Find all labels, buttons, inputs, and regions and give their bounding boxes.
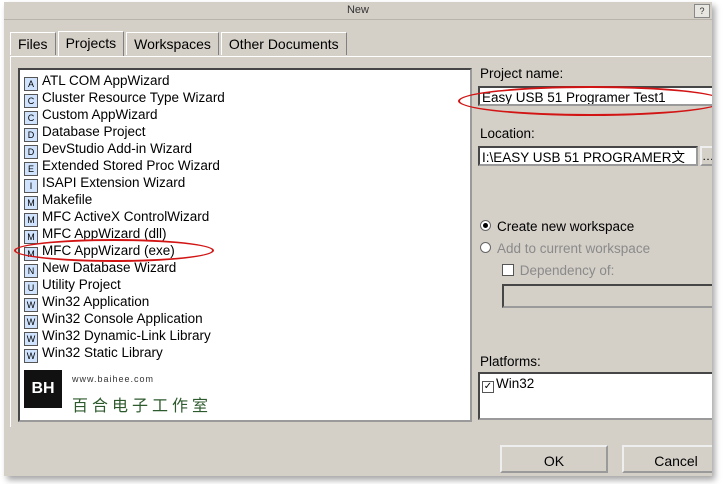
logo-mark: BH — [31, 380, 55, 397]
list-item-label: DevStudio Add-in Wizard — [42, 141, 193, 156]
list-item[interactable]: W Win32 Application — [24, 293, 150, 312]
new-dialog: New ? Files Projects Workspaces Other Do… — [4, 2, 712, 476]
list-item-label: New Database Wizard — [42, 260, 177, 275]
list-item-label: Extended Stored Proc Wizard — [42, 158, 220, 173]
list-item[interactable]: C Custom AppWizard — [24, 106, 158, 125]
list-item-label: ISAPI Extension Wizard — [42, 175, 186, 190]
list-item[interactable]: D DevStudio Add-in Wizard — [24, 140, 193, 159]
create-workspace-radio[interactable] — [480, 220, 491, 231]
dependency-select[interactable] — [502, 284, 712, 308]
platforms-label: Platforms: — [480, 354, 541, 369]
add-workspace-radio[interactable] — [480, 242, 491, 253]
project-name-label: Project name: — [480, 66, 564, 81]
add-workspace-label: Add to current workspace — [497, 241, 651, 256]
list-item-label: Win32 Dynamic-Link Library — [42, 328, 211, 343]
list-item-label: MFC ActiveX ControlWizard — [42, 209, 210, 224]
tab-strip: Files Projects Workspaces Other Document… — [10, 31, 349, 56]
list-item[interactable]: M MFC AppWizard (exe) — [24, 242, 175, 261]
watermark-brand: 百合电子工作室 — [72, 398, 213, 415]
list-item-label: MFC AppWizard (dll) — [42, 226, 167, 241]
list-item[interactable]: M MFC AppWizard (dll) — [24, 225, 167, 244]
title-bar: New ? — [4, 2, 712, 20]
list-item[interactable]: N New Database Wizard — [24, 259, 177, 278]
list-item-label: Win32 Application — [42, 294, 150, 309]
list-item[interactable]: D Database Project — [24, 123, 146, 142]
browse-button[interactable]: … — [700, 146, 712, 166]
watermark-url: www.baihee.com — [72, 374, 155, 384]
project-type-icon: W — [24, 349, 38, 363]
help-button[interactable]: ? — [694, 4, 710, 18]
list-item-label: Win32 Console Application — [42, 311, 203, 326]
dependency-checkbox[interactable] — [502, 264, 514, 276]
list-item[interactable]: U Utility Project — [24, 276, 121, 295]
list-item-label: ATL COM AppWizard — [42, 73, 170, 88]
cancel-button[interactable]: Cancel — [622, 445, 712, 473]
list-item-label: Makefile — [42, 192, 93, 207]
list-item-label: Cluster Resource Type Wizard — [42, 90, 225, 105]
list-item[interactable]: W Win32 Dynamic-Link Library — [24, 327, 211, 346]
list-item[interactable]: M Makefile — [24, 191, 93, 210]
list-item-label: Utility Project — [42, 277, 121, 292]
list-item-label: Custom AppWizard — [42, 107, 158, 122]
project-type-list[interactable]: BH www.baihee.com 百合电子工作室 A ATL COM AppWi… — [18, 68, 472, 422]
location-input[interactable]: I:\EASY USB 51 PROGRAMER文 — [478, 146, 698, 166]
add-workspace-option[interactable]: Add to current workspace — [480, 241, 650, 256]
create-workspace-option[interactable]: Create new workspace — [480, 219, 634, 234]
platforms-list[interactable]: ✓ Win32 — [478, 372, 712, 420]
create-workspace-label: Create new workspace — [497, 219, 635, 234]
location-label: Location: — [480, 126, 535, 141]
dependency-option[interactable]: Dependency of: — [502, 263, 614, 278]
tab-workspaces[interactable]: Workspaces — [126, 32, 219, 55]
list-item[interactable]: W Win32 Console Application — [24, 310, 203, 329]
baihee-logo: BH — [24, 370, 62, 408]
window-title: New — [346, 4, 369, 16]
tab-projects[interactable]: Projects — [57, 31, 125, 56]
tab-files[interactable]: Files — [10, 32, 56, 55]
list-item-label: MFC AppWizard (exe) — [42, 243, 175, 258]
list-item[interactable]: M MFC ActiveX ControlWizard — [24, 208, 210, 227]
list-item[interactable]: C Cluster Resource Type Wizard — [24, 89, 225, 108]
ok-button[interactable]: OK — [500, 445, 608, 473]
platform-win32-checkbox[interactable]: ✓ — [482, 381, 494, 393]
list-item[interactable]: W Win32 Static Library — [24, 344, 163, 363]
list-item-label: Win32 Static Library — [42, 345, 163, 360]
tab-other-documents[interactable]: Other Documents — [220, 32, 347, 55]
dependency-label: Dependency of: — [519, 263, 615, 278]
platform-win32-label: Win32 — [496, 376, 535, 391]
list-item[interactable]: I ISAPI Extension Wizard — [24, 174, 186, 193]
list-item-label: Database Project — [42, 124, 146, 139]
list-item[interactable]: E Extended Stored Proc Wizard — [24, 157, 220, 176]
list-item[interactable]: A ATL COM AppWizard — [24, 72, 170, 91]
project-name-input[interactable]: Easy USB 51 Programer Test1 — [478, 86, 712, 106]
